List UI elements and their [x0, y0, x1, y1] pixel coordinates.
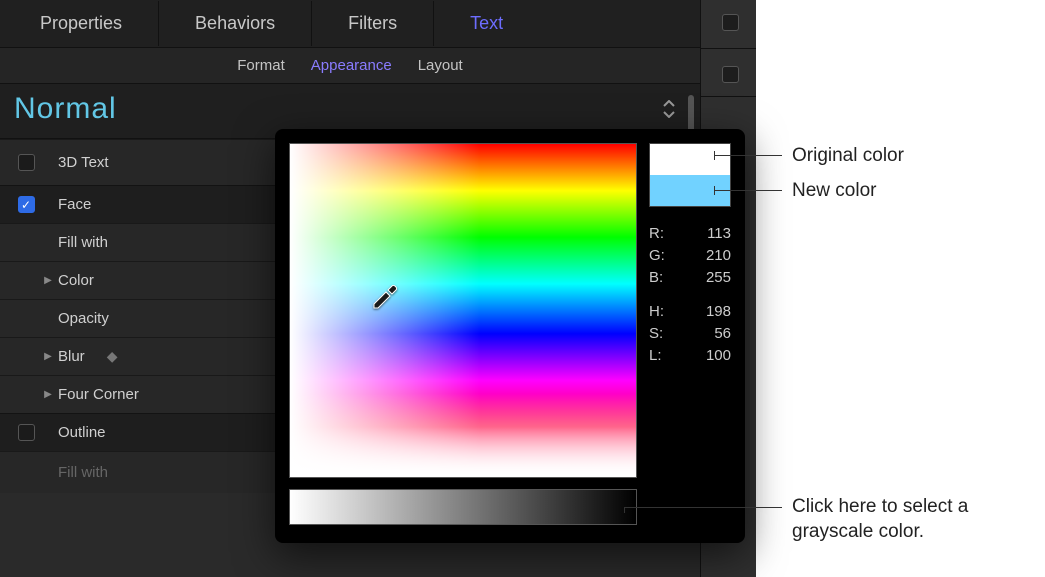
checkbox-face[interactable]: ✓ — [18, 196, 35, 213]
r-label: R — [649, 223, 664, 245]
g-value: 210 — [706, 245, 731, 267]
disclosure-right-icon[interactable]: ▶ — [44, 389, 52, 400]
callout-new-color: New color — [792, 178, 876, 203]
label-four-corner: Four Corner — [58, 386, 139, 403]
label-outline-fill-with: Fill with — [58, 464, 108, 481]
checkbox-outline[interactable] — [18, 424, 35, 441]
h-value: 198 — [706, 301, 731, 323]
tab-behaviors[interactable]: Behaviors — [159, 1, 312, 46]
text-subtabbar: Format Appearance Layout — [0, 48, 700, 84]
callout-line — [714, 155, 782, 156]
subtab-layout[interactable]: Layout — [418, 57, 463, 74]
h-label: H — [649, 301, 664, 323]
b-label: B — [649, 267, 663, 289]
color-readout: R 113 G 210 B 255 H 198 S 56 L 100 — [649, 223, 731, 367]
aux-checkbox-1[interactable] — [722, 14, 739, 31]
label-color: Color — [58, 272, 94, 289]
grayscale-ramp[interactable] — [289, 489, 637, 525]
label-face: Face — [58, 196, 91, 213]
spectrum-area[interactable] — [289, 143, 637, 478]
color-picker-popover: R 113 G 210 B 255 H 198 S 56 L 100 — [275, 129, 745, 543]
l-label: L — [649, 345, 662, 367]
b-value: 255 — [706, 267, 731, 289]
chevron-down-icon — [662, 110, 676, 118]
l-value: 100 — [706, 345, 731, 367]
original-color-half — [650, 144, 730, 175]
r-value: 113 — [707, 223, 731, 245]
s-label: S — [649, 323, 663, 345]
inspector-tabbar: Properties Behaviors Filters Text — [0, 0, 700, 48]
label-opacity: Opacity — [58, 310, 109, 327]
label-fill-with: Fill with — [58, 234, 108, 251]
callout-grayscale: Click here to select a grayscale color. — [792, 494, 1012, 544]
tab-text[interactable]: Text — [434, 1, 539, 46]
tab-properties[interactable]: Properties — [4, 1, 159, 46]
s-value: 56 — [714, 323, 731, 345]
aux-checkbox-2[interactable] — [722, 66, 739, 83]
tab-filters[interactable]: Filters — [312, 1, 434, 46]
color-swatch — [649, 143, 731, 207]
style-preset-select[interactable]: Normal — [14, 90, 662, 128]
keyframe-diamond-icon[interactable]: ◆ — [107, 348, 118, 365]
checkbox-3d-text[interactable] — [18, 154, 35, 171]
chevron-up-icon — [662, 100, 676, 108]
label-3d-text: 3D Text — [58, 154, 109, 171]
callout-line — [714, 190, 782, 191]
g-label: G — [649, 245, 665, 267]
label-blur: Blur — [58, 348, 85, 365]
label-outline: Outline — [58, 424, 106, 441]
subtab-format[interactable]: Format — [237, 57, 285, 74]
subtab-appearance[interactable]: Appearance — [311, 57, 392, 74]
preset-stepper[interactable] — [662, 100, 676, 118]
disclosure-right-icon[interactable]: ▶ — [44, 275, 52, 286]
disclosure-right-icon[interactable]: ▶ — [44, 351, 52, 362]
callout-line — [624, 507, 782, 508]
callout-original-color: Original color — [792, 143, 904, 168]
